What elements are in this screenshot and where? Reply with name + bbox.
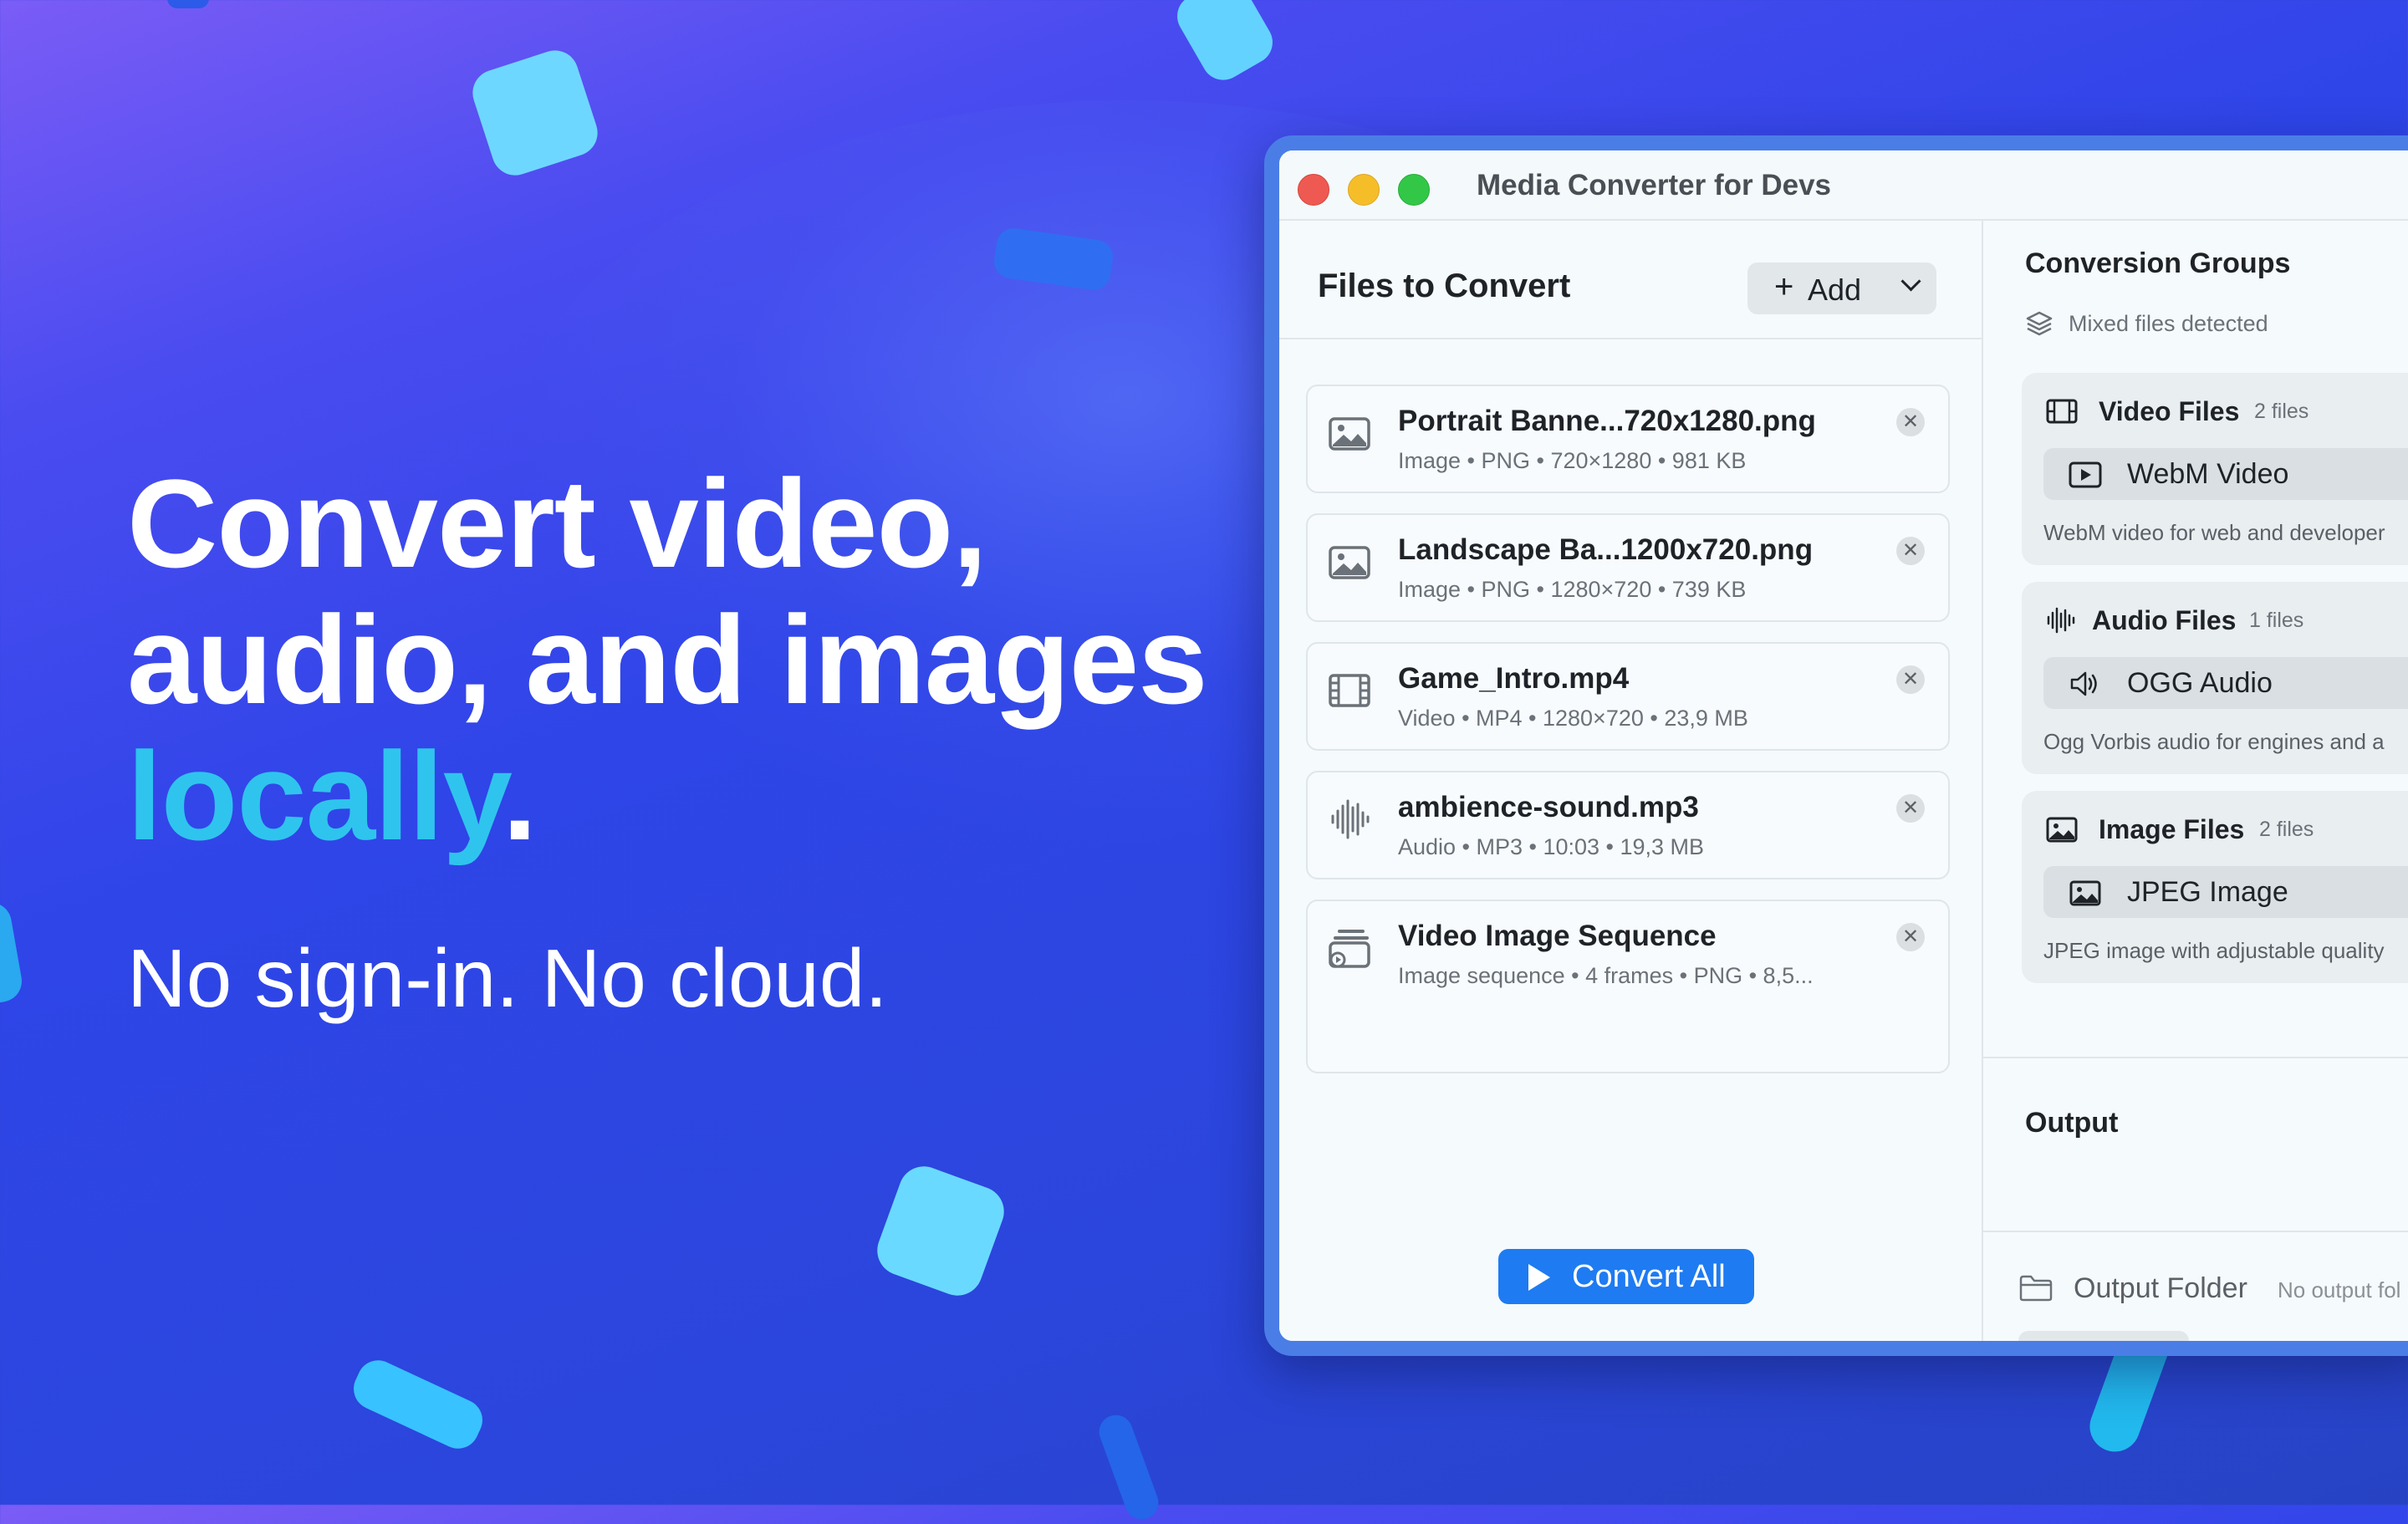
- file-name: ambience-sound.mp3: [1398, 791, 1699, 823]
- hero-line-1: Convert video,: [127, 453, 987, 594]
- format-selector[interactable]: JPEG Image: [2043, 866, 2408, 918]
- decorative-shape: [870, 1159, 1012, 1303]
- file-meta: Video • MP4 • 1280×720 • 23,9 MB: [1398, 706, 1748, 731]
- file-meta: Image sequence • 4 frames • PNG • 8,5...: [1398, 963, 1814, 988]
- image-icon: [1329, 546, 1370, 579]
- section-divider: [1983, 1231, 2408, 1232]
- film-icon: [2046, 399, 2078, 424]
- format-description: Ogg Vorbis audio for engines and a: [2043, 729, 2385, 754]
- file-meta: Audio • MP3 • 10:03 • 19,3 MB: [1398, 834, 1705, 859]
- group-count: 2 files: [2259, 818, 2314, 841]
- add-button-label: Add: [1808, 273, 1862, 307]
- output-folder-status: No output fol: [2278, 1277, 2401, 1302]
- output-folder-label: Output Folder: [2074, 1272, 2247, 1304]
- add-files-button[interactable]: + Add: [1747, 262, 1936, 314]
- trash-icon: [2045, 1341, 2075, 1356]
- format-description: JPEG image with adjustable quality: [2043, 938, 2385, 963]
- image-icon: [2046, 817, 2078, 843]
- plus-icon: +: [1774, 268, 1794, 305]
- format-selector[interactable]: WebM Video: [2043, 448, 2408, 500]
- files-panel-title: Files to Convert: [1318, 268, 1571, 304]
- decorative-shape: [467, 44, 604, 181]
- mixed-files-text: Mixed files detected: [2069, 311, 2268, 336]
- file-meta: Image • PNG • 1280×720 • 739 KB: [1398, 577, 1747, 602]
- files-panel: Files to Convert + Add Portrait Banne...…: [1279, 221, 1983, 1341]
- film-icon: [1329, 674, 1370, 707]
- hero-subline: No sign-in. No cloud.: [127, 932, 888, 1024]
- close-window-button[interactable]: [1298, 174, 1329, 206]
- minimize-window-button[interactable]: [1348, 174, 1380, 206]
- group-count: 1 files: [2249, 609, 2304, 632]
- convert-all-label: Convert All: [1572, 1259, 1726, 1294]
- conversion-panel: Conversion Groups Mixed files detected V…: [1983, 221, 2408, 1341]
- group-card-audio: Audio Files 1 files OGG Audio Ogg Vorbis…: [2022, 582, 2408, 774]
- format-description: WebM video for web and developer: [2043, 520, 2385, 545]
- convert-all-button[interactable]: Convert All: [1498, 1249, 1754, 1304]
- group-count: 2 files: [2254, 400, 2309, 423]
- file-name: Game_Intro.mp4: [1398, 662, 1630, 695]
- group-card-video: Video Files 2 files WebM Video WebM vide…: [2022, 373, 2408, 565]
- remove-file-button[interactable]: ✕: [1896, 537, 1925, 565]
- file-item[interactable]: Portrait Banne...720x1280.png Image • PN…: [1306, 385, 1950, 493]
- format-label: WebM Video: [2127, 458, 2289, 490]
- hero-headline: Convert video, audio, and images locally…: [127, 453, 1208, 866]
- play-rectangle-icon: [2069, 461, 2102, 488]
- output-title: Output: [2025, 1107, 2119, 1139]
- file-item[interactable]: ambience-sound.mp3 Audio • MP3 • 10:03 •…: [1306, 771, 1950, 879]
- waveform-icon: [2047, 607, 2075, 634]
- group-title: Image Files: [2099, 814, 2245, 844]
- hero-period: .: [502, 726, 538, 866]
- file-item[interactable]: Video Image Sequence Image sequence • 4 …: [1306, 900, 1950, 1073]
- section-divider: [1983, 1057, 2408, 1058]
- decorative-shape: [1094, 1410, 1164, 1524]
- app-window: Media Converter for Devs Files to Conver…: [1264, 135, 2408, 1356]
- decorative-shape: [346, 1353, 490, 1455]
- waveform-icon: [1331, 799, 1370, 839]
- hero-accent-word: locally: [127, 726, 503, 866]
- image-icon: [2069, 880, 2101, 906]
- layers-icon: [2026, 311, 2053, 336]
- group-title: Video Files: [2099, 396, 2240, 426]
- file-item[interactable]: Landscape Ba...1200x720.png Image • PNG …: [1306, 513, 1950, 622]
- format-selector[interactable]: OGG Audio: [2043, 657, 2408, 709]
- file-name: Video Image Sequence: [1398, 920, 1717, 952]
- remove-file-button[interactable]: ✕: [1896, 408, 1925, 436]
- clear-button[interactable]: Clear: [2018, 1331, 2189, 1356]
- zoom-window-button[interactable]: [1398, 174, 1430, 206]
- conversion-groups-title: Conversion Groups: [2025, 247, 2291, 279]
- decorative-shape: [1169, 0, 1281, 89]
- group-card-image: Image Files 2 files JPEG Image JPEG imag…: [2022, 791, 2408, 983]
- file-list: Portrait Banne...720x1280.png Image • PN…: [1306, 385, 1950, 1093]
- chevron-down-icon[interactable]: [1900, 271, 1921, 292]
- group-title: Audio Files: [2092, 605, 2237, 635]
- window-title: Media Converter for Devs: [1477, 169, 1832, 201]
- file-name: Portrait Banne...720x1280.png: [1398, 405, 1816, 437]
- file-meta: Image • PNG • 720×1280 • 981 KB: [1398, 448, 1747, 473]
- format-label: OGG Audio: [2127, 667, 2273, 699]
- image-sequence-icon: [1329, 930, 1370, 968]
- files-panel-header: Files to Convert + Add: [1279, 221, 1982, 339]
- file-item[interactable]: Game_Intro.mp4 Video • MP4 • 1280×720 • …: [1306, 642, 1950, 751]
- decorative-shape: [0, 899, 25, 1007]
- speaker-icon: [2070, 671, 2097, 696]
- file-name: Landscape Ba...1200x720.png: [1398, 533, 1814, 566]
- remove-file-button[interactable]: ✕: [1896, 665, 1925, 694]
- clear-label: Clear: [2094, 1341, 2164, 1356]
- remove-file-button[interactable]: ✕: [1896, 794, 1925, 823]
- title-bar: Media Converter for Devs: [1279, 150, 2408, 221]
- play-icon: [1528, 1264, 1550, 1291]
- image-icon: [1329, 417, 1370, 451]
- hero-line-2: audio, and images: [127, 589, 1208, 730]
- folder-icon: [2019, 1275, 2053, 1302]
- remove-file-button[interactable]: ✕: [1896, 923, 1925, 951]
- decorative-shape: [167, 0, 209, 8]
- format-label: JPEG Image: [2127, 876, 2288, 908]
